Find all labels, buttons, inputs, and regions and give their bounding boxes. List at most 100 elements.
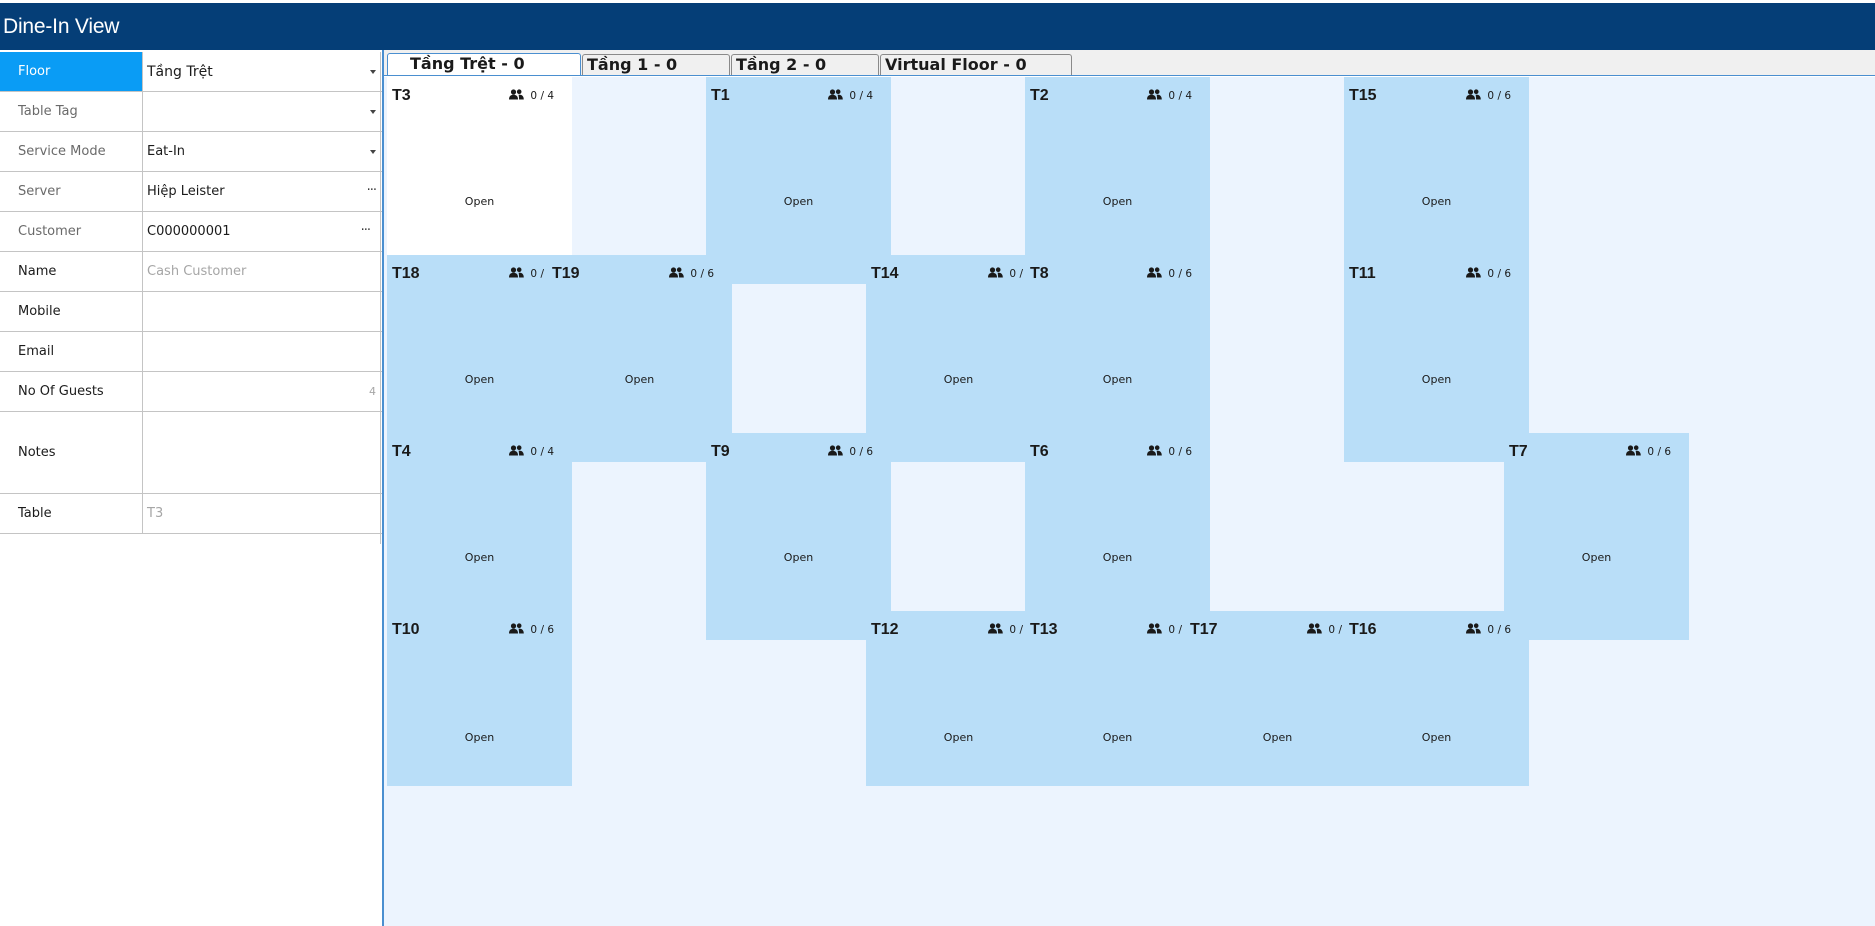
floor-dropdown[interactable]: Tầng Trệt [143, 52, 382, 91]
tab-tang-tret[interactable]: Tầng Trệt - 0 [387, 53, 581, 76]
table-name: T1 [711, 87, 730, 104]
people-icon [669, 267, 690, 281]
tab-tang-1[interactable]: Tầng 1 - 0 [582, 54, 730, 76]
table-status: Open [1581, 551, 1612, 564]
table-capacity: 0 / 4 [1147, 89, 1192, 103]
title-bar: Dine-In View [0, 0, 1875, 50]
capacity-text: 0 / 6 [1647, 446, 1671, 458]
email-field[interactable] [143, 332, 382, 371]
table-name: T10 [392, 621, 420, 638]
table-name: T16 [1349, 621, 1377, 638]
table-tile[interactable]: T1 0 / 4 Open [706, 77, 891, 284]
chevron-down-icon[interactable] [370, 110, 376, 114]
notes-label: Notes [0, 412, 143, 493]
chevron-down-icon[interactable] [370, 150, 376, 154]
people-icon [1147, 623, 1168, 637]
capacity-text: 0 / 6 [1168, 446, 1192, 458]
table-capacity: 0 / 6 [1466, 89, 1511, 103]
capacity-text: 0 / 4 [849, 90, 873, 102]
table-tile[interactable]: T16 0 / 6 Open [1344, 611, 1529, 786]
server-field[interactable]: Hiệp Leister [143, 172, 382, 211]
server-label: Server [0, 172, 143, 211]
capacity-text: 0 / 6 [690, 268, 714, 280]
capacity-text: 0 / 4 [530, 446, 554, 458]
chevron-down-icon[interactable] [370, 70, 376, 74]
service-mode-dropdown[interactable]: Eat-In [143, 132, 382, 171]
people-icon [988, 623, 1009, 637]
people-icon [1466, 89, 1487, 103]
table-tile[interactable]: T12 0 / 6 Open [866, 611, 1051, 786]
table-tile[interactable]: T9 0 / 6 Open [706, 433, 891, 640]
table-capacity: 0 / 6 [1147, 445, 1192, 459]
customer-label: Customer [0, 212, 143, 251]
table-status: Open [1421, 195, 1452, 208]
table-status: Open [1102, 551, 1133, 564]
table-tile[interactable]: T18 0 / 6 Open [387, 255, 572, 462]
mobile-label: Mobile [0, 292, 143, 331]
capacity-text: 0 / 4 [530, 90, 554, 102]
table-name: T11 [1349, 265, 1376, 282]
server-browse-button[interactable]: ··· [367, 183, 377, 198]
table-tile[interactable]: T2 0 / 4 Open [1025, 77, 1210, 284]
table-capacity: 0 / 6 [669, 267, 714, 281]
mobile-field[interactable] [143, 292, 382, 331]
table-tile[interactable]: T3 0 / 4 Open [387, 77, 572, 284]
people-icon [1626, 445, 1647, 459]
customer-row: Customer C000000001 ··· [0, 212, 382, 252]
customer-browse-button[interactable]: ··· [361, 223, 371, 238]
people-icon [509, 623, 530, 637]
tab-tang-2[interactable]: Tầng 2 - 0 [731, 54, 879, 76]
table-status: Open [1421, 731, 1452, 744]
floor-row: Floor Tầng Trệt [0, 52, 382, 92]
floor-tabs: Tầng Trệt - 0 Tầng 1 - 0 Tầng 2 - 0 Virt… [384, 50, 1875, 76]
table-tile[interactable]: T13 0 / 6 Open [1025, 611, 1210, 786]
table-grid: T3 0 / 4 Open T1 0 / 4 Open T2 0 / 4 Open T15 0 / … [384, 77, 1875, 926]
table-name: T9 [711, 443, 730, 460]
table-tile[interactable]: T17 0 / 6 Open [1185, 611, 1370, 786]
name-label: Name [0, 252, 143, 291]
capacity-text: 0 / 4 [1168, 90, 1192, 102]
table-tile[interactable]: T6 0 / 6 Open [1025, 433, 1210, 640]
table-name: T7 [1509, 443, 1528, 460]
table-tile[interactable]: T14 0 / 6 Open [866, 255, 1051, 462]
table-label: Table [0, 494, 143, 533]
table-capacity: 0 / 6 [1466, 267, 1511, 281]
table-name: T6 [1030, 443, 1049, 460]
table-name: T19 [552, 265, 580, 282]
table-tag-dropdown[interactable] [143, 92, 382, 131]
table-tile[interactable]: T19 0 / 6 Open [547, 255, 732, 462]
table-tile[interactable]: T11 0 / 6 Open [1344, 255, 1529, 462]
server-row: Server Hiệp Leister ··· [0, 172, 382, 212]
table-name: T15 [1349, 87, 1377, 104]
table-status: Open [1262, 731, 1293, 744]
people-icon [1466, 267, 1487, 281]
table-field[interactable]: T3 [143, 494, 382, 533]
name-field[interactable]: Cash Customer [143, 252, 382, 291]
table-tag-row: Table Tag [0, 92, 382, 132]
mobile-row: Mobile [0, 292, 382, 332]
table-tile[interactable]: T15 0 / 6 Open [1344, 77, 1529, 284]
table-status: Open [624, 373, 655, 386]
table-tag-label: Table Tag [0, 92, 143, 131]
table-name: T3 [392, 87, 411, 104]
order-form: Floor Tầng Trệt Table Tag Service Mode E… [0, 52, 382, 534]
table-capacity: 0 / 6 [1147, 267, 1192, 281]
guests-field[interactable] [143, 372, 382, 411]
table-status: Open [464, 731, 495, 744]
table-tile[interactable]: T7 0 / 6 Open [1504, 433, 1689, 640]
tab-virtual-floor[interactable]: Virtual Floor - 0 [880, 54, 1072, 76]
customer-field[interactable]: C000000001 [143, 212, 382, 251]
capacity-text: 0 / 6 [1487, 624, 1511, 636]
table-status: Open [1102, 195, 1133, 208]
people-icon [509, 267, 530, 281]
table-capacity: 0 / 6 [1466, 623, 1511, 637]
people-icon [828, 89, 849, 103]
table-status: Open [783, 551, 814, 564]
table-status: Open [1421, 373, 1452, 386]
table-tile[interactable]: T8 0 / 6 Open [1025, 255, 1210, 462]
table-tile[interactable]: T4 0 / 4 Open [387, 433, 572, 640]
notes-field[interactable] [143, 412, 382, 493]
table-tile[interactable]: T10 0 / 6 Open [387, 611, 572, 786]
capacity-text: 0 / 6 [1487, 268, 1511, 280]
table-capacity: 0 / 4 [509, 445, 554, 459]
